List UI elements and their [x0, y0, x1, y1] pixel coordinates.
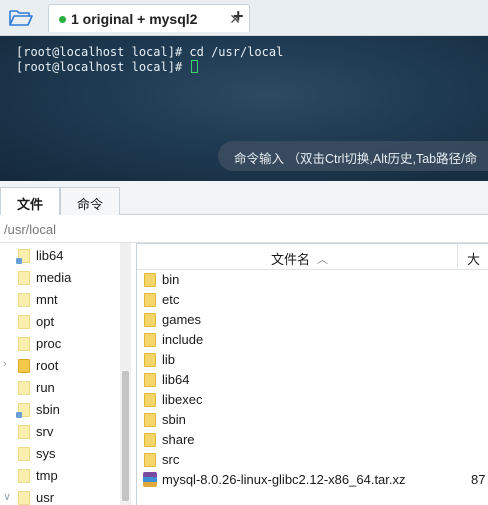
chevron-right-icon[interactable]: ›	[3, 358, 7, 370]
tree-item-proc[interactable]: proc	[0, 333, 120, 355]
file-name: etc	[162, 292, 180, 307]
tree-item-sys[interactable]: sys	[0, 443, 120, 465]
new-tab-button[interactable]: +	[233, 6, 244, 27]
folder-icon	[18, 359, 30, 373]
folder-link-icon	[16, 249, 30, 264]
tree-item-lib64[interactable]: lib64	[0, 245, 120, 267]
file-list: 文件名 ︿ 大 bin etc games include lib lib64 …	[136, 243, 488, 505]
folder-icon	[18, 271, 30, 285]
tree-item-label: sys	[36, 446, 56, 461]
column-header-name[interactable]: 文件名	[271, 249, 310, 268]
file-row[interactable]: lib64	[137, 370, 488, 390]
tree-item-opt[interactable]: opt	[0, 311, 120, 333]
terminal-cursor	[191, 60, 199, 73]
connection-status-dot	[59, 16, 66, 23]
tree-item-label: root	[36, 358, 59, 373]
file-name: share	[162, 432, 195, 447]
file-row[interactable]: etc	[137, 290, 488, 310]
file-row[interactable]: lib	[137, 350, 488, 370]
file-row[interactable]: share	[137, 430, 488, 450]
folder-icon	[144, 433, 156, 447]
session-tab[interactable]: 1 original + mysql2 ✕	[48, 4, 250, 32]
tree-item-sbin[interactable]: sbin	[0, 399, 120, 421]
file-row[interactable]: libexec	[137, 390, 488, 410]
folder-icon	[144, 453, 156, 467]
tree-item-media[interactable]: media	[0, 267, 120, 289]
folder-icon	[18, 337, 30, 351]
terminal-prompt: [root@localhost local]#	[16, 60, 190, 74]
panel-tabs: 文件 命令	[0, 181, 488, 216]
tree-item-label: sbin	[36, 402, 60, 417]
file-row[interactable]: bin	[137, 270, 488, 290]
folder-icon	[18, 491, 30, 505]
folder-open-icon[interactable]	[8, 8, 34, 28]
file-name: sbin	[162, 412, 186, 427]
folder-icon	[18, 447, 30, 461]
tree-item-label: srv	[36, 424, 54, 439]
tree-item-srv[interactable]: srv	[0, 421, 120, 443]
command-input-hint[interactable]: 命令输入 （双击Ctrl切换,Alt历史,Tab路径/命	[218, 141, 488, 171]
file-name: mysql-8.0.26-linux-glibc2.12-x86_64.tar.…	[162, 472, 406, 487]
tree-item-label: opt	[36, 314, 55, 329]
folder-link-icon	[16, 403, 30, 418]
tree-item-label: tmp	[36, 468, 58, 483]
file-name: games	[162, 312, 202, 327]
tree-item-label: run	[36, 380, 55, 395]
folder-icon	[18, 293, 30, 307]
file-name: bin	[162, 272, 180, 287]
tree-item-usr[interactable]: ∨ usr	[0, 487, 120, 505]
tree-item-label: lib64	[36, 248, 64, 263]
tree-item-tmp[interactable]: tmp	[0, 465, 120, 487]
session-tab-title: 1 original + mysql2	[71, 11, 198, 27]
tree-item-label: media	[36, 270, 72, 285]
folder-icon	[144, 393, 156, 407]
tree-item-run[interactable]: run	[0, 377, 120, 399]
file-row[interactable]: src	[137, 450, 488, 470]
archive-icon	[143, 472, 157, 487]
tree-item-label: usr	[36, 490, 55, 505]
file-name: include	[162, 332, 204, 347]
file-list-header: 文件名 ︿ 大	[137, 244, 488, 270]
file-size: 87	[471, 472, 486, 487]
tree-scrollbar-thumb[interactable]	[122, 371, 129, 501]
file-row[interactable]: games	[137, 310, 488, 330]
file-name: src	[162, 452, 180, 467]
tree-item-label: mnt	[36, 292, 58, 307]
chevron-down-icon[interactable]: ∨	[3, 490, 11, 503]
directory-tree: lib64 media mnt opt proc › root run sbin…	[0, 243, 131, 505]
folder-icon	[18, 381, 30, 395]
folder-icon	[18, 425, 30, 439]
file-row[interactable]: mysql-8.0.26-linux-glibc2.12-x86_64.tar.…	[137, 470, 488, 490]
folder-icon	[144, 413, 156, 427]
folder-icon	[144, 333, 156, 347]
path-input[interactable]: /usr/local	[0, 215, 488, 243]
folder-icon	[18, 469, 30, 483]
folder-icon	[144, 373, 156, 387]
tree-item-root[interactable]: › root	[0, 355, 120, 377]
file-name: lib	[162, 352, 176, 367]
terminal-area[interactable]: [root@localhost local]# cd /usr/local [r…	[0, 36, 488, 181]
folder-icon	[144, 273, 156, 287]
session-tab-bar: 1 original + mysql2 ✕ +	[0, 0, 488, 36]
folder-icon	[18, 315, 30, 329]
tree-item-mnt[interactable]: mnt	[0, 289, 120, 311]
file-name: lib64	[162, 372, 190, 387]
tree-scrollbar[interactable]	[120, 243, 131, 505]
file-row[interactable]: include	[137, 330, 488, 350]
file-row[interactable]: sbin	[137, 410, 488, 430]
terminal-line: [root@localhost local]#	[16, 60, 199, 74]
column-divider[interactable]	[457, 244, 458, 270]
folder-icon	[144, 313, 156, 327]
tree-item-label: proc	[36, 336, 62, 351]
folder-icon	[144, 353, 156, 367]
folder-icon	[144, 293, 156, 307]
tab-commands[interactable]: 命令	[60, 187, 120, 215]
column-header-size[interactable]: 大	[467, 249, 480, 268]
tab-files[interactable]: 文件	[0, 187, 60, 216]
chevron-up-icon: ︿	[317, 254, 328, 266]
terminal-line: [root@localhost local]# cd /usr/local	[16, 45, 284, 59]
file-name: libexec	[162, 392, 203, 407]
